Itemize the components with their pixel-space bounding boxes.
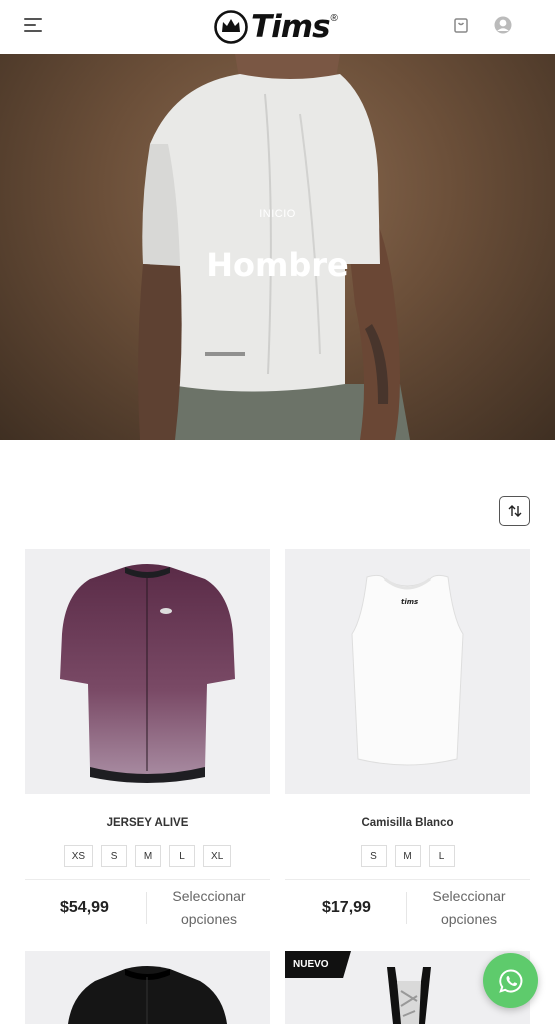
header: Tims ® <box>0 0 555 54</box>
size-option[interactable]: XL <box>203 845 232 867</box>
size-options: XS S M L XL <box>25 845 270 867</box>
product-image[interactable] <box>25 549 270 794</box>
sort-button[interactable] <box>499 496 530 526</box>
logo-text: Tims <box>251 9 331 45</box>
product-price: $17,99 <box>322 899 371 916</box>
new-badge: NUEVO <box>285 951 351 978</box>
user-icon[interactable] <box>494 16 512 34</box>
whatsapp-icon <box>498 968 522 993</box>
menu-icon[interactable] <box>24 16 44 34</box>
size-options: S M L <box>285 845 530 867</box>
size-option[interactable]: L <box>169 845 196 867</box>
logo[interactable]: Tims ® <box>214 8 338 46</box>
size-option[interactable]: M <box>135 845 162 867</box>
hero-banner: INICIO Hombre <box>0 54 555 440</box>
sort-icon <box>508 505 521 517</box>
size-option[interactable]: XS <box>63 845 94 867</box>
product-image[interactable]: tims <box>285 549 530 794</box>
size-option[interactable]: L <box>428 845 455 867</box>
product-name[interactable]: JERSEY ALIVE <box>25 817 270 829</box>
registered-mark: ® <box>330 12 338 24</box>
breadcrumb[interactable]: INICIO <box>0 208 555 220</box>
whatsapp-button[interactable] <box>483 953 538 1008</box>
crown-logo-icon <box>214 10 248 44</box>
size-option[interactable]: S <box>101 845 128 867</box>
bag-icon[interactable] <box>452 16 470 34</box>
svg-text:tims: tims <box>401 598 418 606</box>
divider <box>285 879 530 880</box>
divider <box>146 892 147 924</box>
size-option[interactable]: M <box>394 845 421 867</box>
select-options-button[interactable]: Seleccionar opciones <box>155 885 263 931</box>
select-options-button[interactable]: Seleccionar opciones <box>415 885 523 931</box>
divider <box>406 892 407 924</box>
divider <box>25 879 270 880</box>
product-image[interactable] <box>25 951 270 1024</box>
size-option[interactable]: S <box>360 845 387 867</box>
product-price: $54,99 <box>60 899 109 916</box>
page-title: Hombre <box>206 246 349 284</box>
product-name[interactable]: Camisilla Blanco <box>285 817 530 829</box>
